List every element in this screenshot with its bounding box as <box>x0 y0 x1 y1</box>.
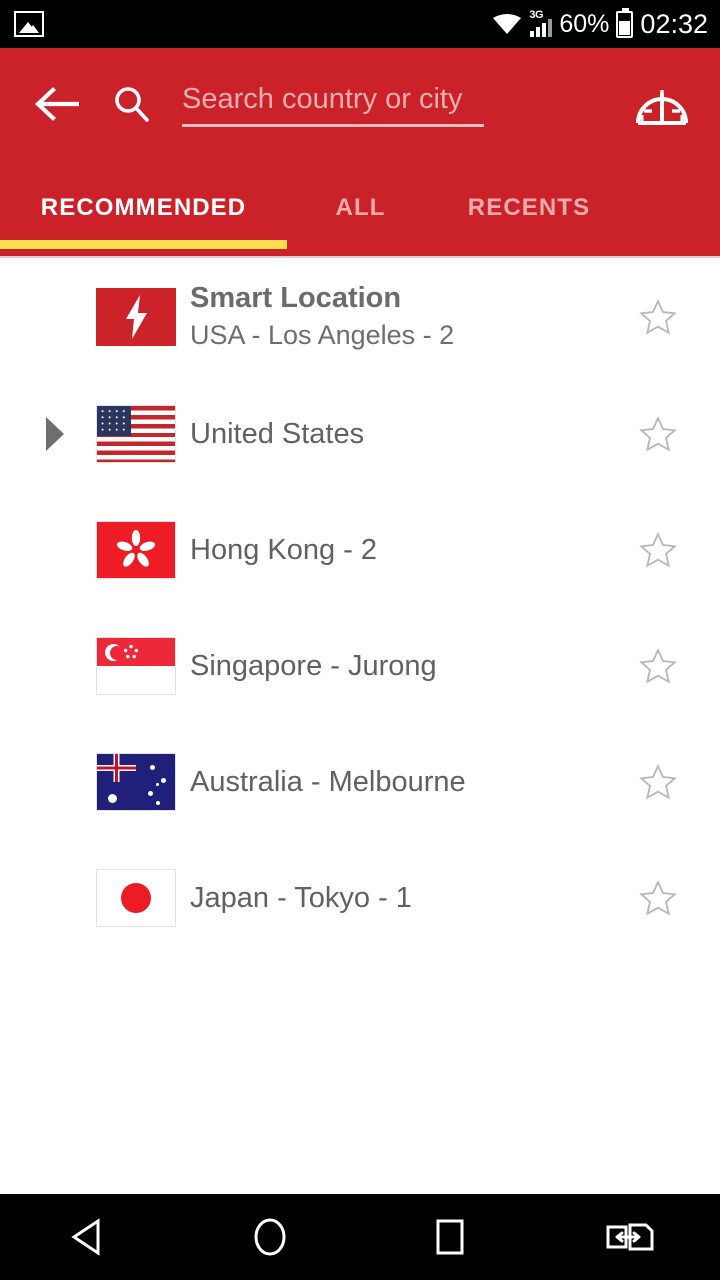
expand-triangle-icon[interactable] <box>46 417 66 451</box>
battery-percent-label: 60% <box>559 9 610 38</box>
list-item-australia[interactable]: Australia - Melbourne <box>0 724 720 840</box>
list-item-subtitle: USA - Los Angeles - 2 <box>190 320 455 350</box>
list-item-singapore[interactable]: Singapore - Jurong <box>0 608 720 724</box>
wifi-icon <box>492 12 522 36</box>
list-item-title: Australia - Melbourne <box>190 766 466 798</box>
nav-app-switch-button[interactable] <box>540 1194 720 1280</box>
search-field[interactable] <box>182 81 484 127</box>
list-item-title: United States <box>190 418 365 450</box>
nav-back-button[interactable] <box>0 1194 180 1280</box>
list-item-title: Hong Kong - 2 <box>190 534 378 566</box>
tab-recents-label: RECENTS <box>467 194 591 221</box>
circle-home-icon <box>254 1218 286 1256</box>
signal-indicator: 3G <box>529 9 553 37</box>
favorite-star-icon[interactable] <box>638 762 678 802</box>
list-item-labels: Hong Kong - 2 <box>190 532 377 568</box>
favorite-star-icon[interactable] <box>638 530 678 570</box>
tab-all[interactable]: ALL <box>287 160 434 256</box>
app-switch-icon <box>606 1223 654 1251</box>
list-item-smart-location[interactable]: Smart Location USA - Los Angeles - 2 <box>0 258 720 376</box>
flag-hong-kong-icon <box>96 521 176 579</box>
favorite-star-icon[interactable] <box>638 878 678 918</box>
list-item-title: Singapore - Jurong <box>190 650 437 682</box>
nav-home-button[interactable] <box>180 1194 360 1280</box>
list-item-japan[interactable]: Japan - Tokyo - 1 <box>0 840 720 956</box>
speed-test-button[interactable] <box>626 68 698 140</box>
status-bar-left <box>0 11 44 37</box>
arrow-left-icon <box>34 87 79 121</box>
back-button[interactable] <box>14 62 98 146</box>
search-icon <box>112 85 150 123</box>
list-item-labels: Australia - Melbourne <box>190 764 466 800</box>
nav-recents-button[interactable] <box>360 1194 540 1280</box>
lightning-bolt-icon <box>126 295 147 339</box>
bauhinia-flower-icon <box>116 530 156 567</box>
phone-screen: 3G 60% 02:32 Search country or city RECO… <box>0 0 720 1280</box>
battery-icon <box>616 7 634 38</box>
search-input[interactable] <box>182 81 484 116</box>
list-item-labels: Singapore - Jurong <box>190 648 437 684</box>
server-list[interactable]: Smart Location USA - Los Angeles - 2 Uni… <box>0 258 720 1194</box>
status-bar: 3G 60% 02:32 <box>0 0 720 48</box>
square-recents-icon <box>436 1219 464 1255</box>
flag-japan-icon <box>96 869 176 927</box>
speedometer-icon <box>636 90 688 125</box>
triangle-back-icon <box>71 1218 100 1256</box>
favorite-star-icon[interactable] <box>638 646 678 686</box>
tab-recommended-label: RECOMMENDED <box>40 194 247 221</box>
system-navigation-bar <box>0 1194 720 1280</box>
clock-label: 02:32 <box>640 8 708 39</box>
photo-icon <box>14 11 44 37</box>
list-item-labels: Japan - Tokyo - 1 <box>190 880 412 916</box>
list-item-hong-kong[interactable]: Hong Kong - 2 <box>0 492 720 608</box>
status-bar-right: 3G 60% 02:32 <box>492 7 720 40</box>
flag-australia-icon <box>96 753 176 811</box>
list-item-title: Japan - Tokyo - 1 <box>190 882 412 914</box>
favorite-star-icon[interactable] <box>638 414 678 454</box>
flag-united-states-icon <box>96 405 176 463</box>
list-item-title: Smart Location <box>190 282 402 314</box>
tab-recents[interactable]: RECENTS <box>434 160 624 256</box>
list-item-labels: United States <box>190 416 364 452</box>
list-item-labels: Smart Location USA - Los Angeles - 2 <box>190 280 454 354</box>
favorite-star-icon[interactable] <box>638 297 678 337</box>
search-area <box>112 81 616 127</box>
tab-all-label: ALL <box>335 194 386 221</box>
network-type-label: 3G <box>529 9 544 21</box>
smart-bolt-icon <box>96 288 176 346</box>
app-bar: RECOMMENDED ALL RECENTS <box>0 48 720 256</box>
toolbar <box>0 48 720 160</box>
list-item-united-states[interactable]: United States <box>0 376 720 492</box>
flag-singapore-icon <box>96 637 176 695</box>
signal-bars-icon <box>530 19 553 37</box>
tab-active-indicator <box>0 240 287 249</box>
